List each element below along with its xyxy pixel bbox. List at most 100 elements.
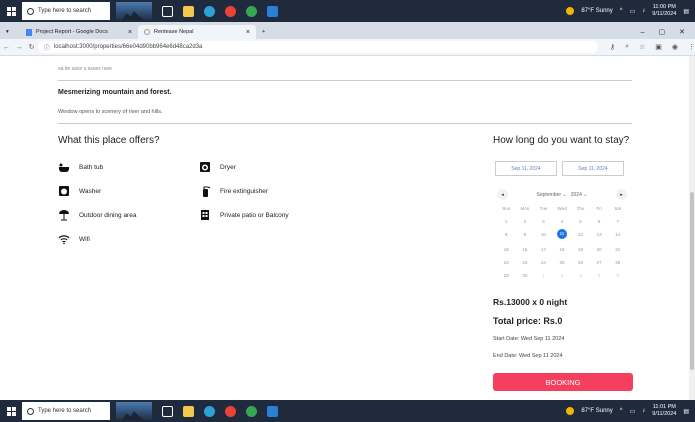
reload-icon[interactable]: ↻ [25, 43, 38, 51]
start-button[interactable] [0, 0, 22, 22]
close-tab-icon[interactable]: × [246, 29, 250, 36]
edge-icon[interactable] [204, 5, 215, 17]
system-clock[interactable]: 11:00 PM 9/11/2024 [652, 4, 676, 18]
minimize-icon[interactable]: – [641, 29, 645, 36]
menu-icon[interactable]: ⋮ [688, 43, 695, 51]
taskbar-search[interactable]: Type here to search [22, 402, 110, 420]
file-explorer-icon[interactable] [183, 405, 194, 417]
calendar-day[interactable]: 15 [497, 247, 516, 252]
total-price: Total price: Rs.0 [493, 316, 563, 326]
close-tab-icon[interactable]: × [128, 29, 132, 36]
calendar-day[interactable]: 26 [571, 260, 590, 265]
calendar-day[interactable]: 4 [553, 219, 572, 224]
calendar: ◂ September ⌄ 2024 ⌄ ▸ Sun Mon Tue Wed Thu Fr… [497, 189, 627, 278]
calendar-day[interactable]: 10 [534, 232, 553, 239]
maximize-icon[interactable]: ▢ [659, 28, 666, 36]
vscode-icon[interactable] [267, 405, 278, 417]
booking-button[interactable]: BOOKING [493, 373, 633, 391]
taskbar-search[interactable]: Type here to search [22, 2, 110, 20]
calendar-day[interactable]: 29 [497, 273, 516, 278]
tab-rentease[interactable]: Rentease Nepal × [138, 25, 256, 39]
volume-icon[interactable]: ♪ [642, 408, 645, 414]
calendar-day[interactable]: 27 [590, 260, 609, 265]
network-icon[interactable]: ▭ [630, 8, 636, 15]
weather-text[interactable]: 87°F Sunny [581, 8, 612, 14]
calendar-day[interactable]: 11 [553, 229, 572, 239]
selected-day[interactable]: 11 [556, 229, 567, 239]
calendar-day[interactable]: 1 [497, 219, 516, 224]
calendar-day[interactable]: 2 [516, 219, 535, 224]
file-explorer-icon[interactable] [183, 5, 194, 17]
calendar-day[interactable]: 13 [590, 232, 609, 239]
task-view-icon[interactable] [162, 405, 173, 417]
calendar-day[interactable]: 5 [571, 219, 590, 224]
next-month-button[interactable]: ▸ [616, 189, 627, 200]
chrome-icon[interactable] [225, 405, 236, 417]
calendar-day[interactable]: 1 [534, 273, 553, 278]
back-icon[interactable]: ← [0, 44, 13, 51]
notifications-icon[interactable]: ▤ [683, 8, 689, 15]
amenity-label: Dryer [220, 163, 236, 171]
bookmark-star-icon[interactable]: ☆ [639, 43, 645, 51]
task-view-icon[interactable] [162, 5, 173, 17]
tab-list-icon: ▾ [6, 29, 9, 35]
calendar-day[interactable]: 4 [590, 273, 609, 278]
tab-label: Project Report - Google Docs [36, 29, 108, 35]
calendar-day[interactable]: 24 [534, 260, 553, 265]
taskbar-search-highlight-image[interactable] [116, 402, 152, 420]
scrollbar-thumb[interactable] [690, 192, 694, 370]
calendar-day[interactable]: 12 [571, 232, 590, 239]
extensions-icon[interactable]: ▣ [655, 43, 662, 51]
calendar-day[interactable]: 18 [553, 247, 572, 252]
chrome-profile-icon[interactable] [246, 405, 257, 417]
calendar-day[interactable]: 25 [553, 260, 572, 265]
calendar-day[interactable]: 28 [608, 260, 627, 265]
chrome-icon[interactable] [225, 5, 236, 17]
calendar-day[interactable]: 20 [590, 247, 609, 252]
calendar-day[interactable]: 3 [571, 273, 590, 278]
taskbar-search-highlight-image[interactable] [116, 2, 152, 20]
tray-chevron-icon[interactable]: ^ [620, 8, 623, 14]
forward-icon[interactable]: → [13, 44, 26, 51]
password-key-icon[interactable]: ⚷ [610, 43, 615, 51]
zoom-icon[interactable]: ⌕ [625, 43, 629, 51]
calendar-day[interactable]: 3 [534, 219, 553, 224]
calendar-day[interactable]: 21 [608, 247, 627, 252]
month-select[interactable]: September ⌄ 2024 ⌄ [537, 192, 588, 198]
calendar-day[interactable]: 2 [553, 273, 572, 278]
calendar-day[interactable]: 6 [590, 219, 609, 224]
calendar-day[interactable]: 17 [534, 247, 553, 252]
profile-icon[interactable]: ◉ [672, 43, 678, 51]
calendar-day[interactable]: 5 [608, 273, 627, 278]
close-window-icon[interactable]: ✕ [679, 28, 685, 36]
calendar-day[interactable]: 7 [608, 219, 627, 224]
tab-search-button[interactable]: ▾ [0, 25, 20, 39]
volume-icon[interactable]: ♪ [642, 8, 645, 14]
calendar-day[interactable]: 9 [516, 232, 535, 239]
calendar-day[interactable]: 23 [516, 260, 535, 265]
calendar-day[interactable]: 16 [516, 247, 535, 252]
weekday-label: Mon [520, 206, 530, 211]
start-button[interactable] [0, 400, 22, 422]
calendar-day[interactable]: 19 [571, 247, 590, 252]
site-info-icon[interactable]: ⓘ [44, 43, 50, 52]
notifications-icon[interactable]: ▤ [683, 408, 689, 415]
scrollbar[interactable] [689, 56, 695, 400]
url-field[interactable]: ⓘ localhost:3000/properties/66e04d90bb96… [37, 41, 598, 53]
calendar-day[interactable]: 14 [608, 232, 627, 239]
start-date-input[interactable]: Sep 11, 2024 [495, 161, 557, 176]
tab-google-docs[interactable]: Project Report - Google Docs × [20, 25, 138, 39]
edge-icon[interactable] [204, 405, 215, 417]
new-tab-button[interactable]: + [256, 25, 271, 39]
calendar-day[interactable]: 30 [516, 273, 535, 278]
prev-month-button[interactable]: ◂ [497, 189, 508, 200]
network-icon[interactable]: ▭ [630, 408, 636, 415]
vscode-icon[interactable] [267, 5, 278, 17]
calendar-day[interactable]: 22 [497, 260, 516, 265]
end-date-input[interactable]: Sep 11, 2024 [562, 161, 624, 176]
system-clock[interactable]: 11:01 PM 9/11/2024 [652, 404, 676, 418]
weather-text[interactable]: 87°F Sunny [581, 408, 612, 414]
tray-chevron-icon[interactable]: ^ [620, 408, 623, 414]
calendar-day[interactable]: 8 [497, 232, 516, 239]
chrome-profile-icon[interactable] [246, 5, 257, 17]
